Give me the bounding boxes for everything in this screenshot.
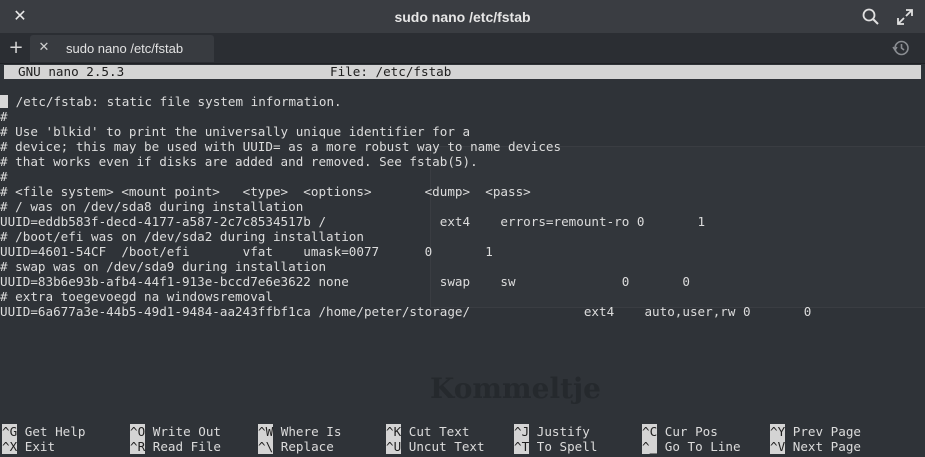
new-tab-button[interactable]: +: [6, 38, 26, 58]
shortcut-go-to-line[interactable]: ^_ Go To Line: [642, 439, 741, 454]
shortcut-prev-page[interactable]: ^Y Prev Page: [770, 424, 861, 439]
close-icon[interactable]: ✕: [10, 6, 30, 26]
shortcut-cut-text[interactable]: ^K Cut Text: [386, 424, 469, 439]
nano-header: GNU nano 2.5.3 File: /etc/fstab: [4, 65, 921, 79]
text-cursor: [0, 95, 8, 108]
history-icon[interactable]: [891, 38, 911, 58]
editor-line-15[interactable]: UUID=6a677a3e-44b5-49d1-9484-aa243ffbf1c…: [0, 304, 811, 319]
editor-line-13[interactable]: UUID=83b6e93b-afb4-44f1-913e-bccd7e6e362…: [0, 274, 690, 289]
shortcut-get-help[interactable]: ^G Get Help: [2, 424, 85, 439]
nano-filename: File: /etc/fstab: [330, 64, 452, 79]
nano-version: GNU nano 2.5.3: [18, 64, 125, 79]
editor-line-8[interactable]: # / was on /dev/sda8 during installation: [0, 199, 303, 214]
editor-line-14[interactable]: # extra toegevoegd na windowsremoval: [0, 289, 273, 304]
editor-line-11[interactable]: UUID=4601-54CF /boot/efi vfat umask=0077…: [0, 244, 493, 259]
window-title: sudo nano /etc/fstab: [394, 8, 531, 25]
tab-fstab[interactable]: ✕ sudo nano /etc/fstab: [30, 35, 214, 62]
shortcut-read-file[interactable]: ^R Read File: [130, 439, 221, 454]
shortcut-justify[interactable]: ^J Justify: [514, 424, 590, 439]
editor-line-3[interactable]: # Use 'blkid' to print the universally u…: [0, 124, 470, 139]
tab-close-icon[interactable]: ✕: [36, 40, 52, 56]
shortcut-next-page[interactable]: ^V Next Page: [770, 439, 861, 454]
search-icon[interactable]: [861, 7, 881, 27]
editor-line-1[interactable]: /etc/fstab: static file system informati…: [0, 94, 342, 109]
editor-line-2[interactable]: #: [0, 109, 8, 124]
maximize-icon[interactable]: [895, 7, 915, 27]
tab-bar: + ✕ sudo nano /etc/fstab: [0, 33, 925, 64]
title-bar: ✕ sudo nano /etc/fstab: [0, 0, 925, 33]
shortcut-to-spell[interactable]: ^T To Spell: [514, 439, 597, 454]
editor-line-6[interactable]: #: [0, 169, 8, 184]
editor-line-9[interactable]: UUID=eddb583f-decd-4177-a587-2c7c8534517…: [0, 214, 705, 229]
editor-line-12[interactable]: # swap was on /dev/sda9 during installat…: [0, 259, 326, 274]
editor-line-10[interactable]: # /boot/efi was on /dev/sda2 during inst…: [0, 229, 364, 244]
nano-editor[interactable]: Kommeltje GNU nano 2.5.3 File: /etc/fstab…: [0, 64, 925, 457]
shortcut-where-is[interactable]: ^W Where Is: [258, 424, 341, 439]
shortcut-exit[interactable]: ^X Exit: [2, 439, 55, 454]
editor-line-7[interactable]: # <file system> <mount point> <type> <op…: [0, 184, 531, 199]
shortcut-replace[interactable]: ^\ Replace: [258, 439, 334, 454]
background-logo: Kommeltje: [430, 372, 601, 405]
terminal-window: ✕ sudo nano /etc/fstab + ✕ sudo nano /et…: [0, 0, 925, 457]
tab-label: sudo nano /etc/fstab: [66, 41, 184, 56]
shortcut-write-out[interactable]: ^O Write Out: [130, 424, 221, 439]
editor-line-5[interactable]: # that works even if disks are added and…: [0, 154, 478, 169]
shortcut-cur-pos[interactable]: ^C Cur Pos: [642, 424, 718, 439]
editor-line-4[interactable]: # device; this may be used with UUID= as…: [0, 139, 561, 154]
shortcut-uncut-text[interactable]: ^U Uncut Text: [386, 439, 485, 454]
